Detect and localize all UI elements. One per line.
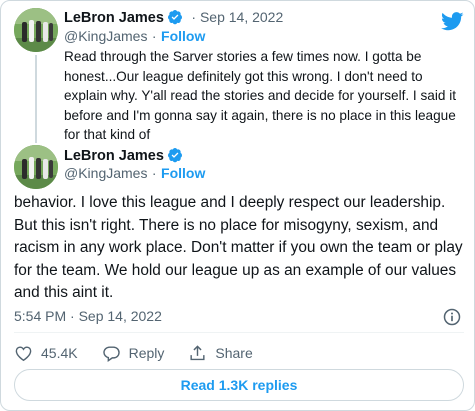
- tweet1-author-row: LeBron James · Sep 14, 2022: [64, 9, 283, 30]
- tweet-embed-card: LeBron James · Sep 14, 2022 @KingJames ·…: [0, 0, 475, 411]
- author-name[interactable]: LeBron James: [64, 148, 164, 164]
- info-icon[interactable]: [442, 307, 462, 332]
- tweet-date[interactable]: · Sep 14, 2022: [191, 9, 283, 25]
- share-button[interactable]: Share: [188, 344, 253, 363]
- tweet2-text: behavior. I love this league and I deepl…: [14, 194, 463, 301]
- thread-connector-line: [35, 55, 37, 143]
- reply-label: Reply: [128, 345, 165, 361]
- twitter-bird-icon[interactable]: [441, 12, 464, 36]
- avatar[interactable]: [14, 8, 58, 52]
- share-icon: [190, 344, 205, 360]
- tweet1-text: Read through the Sarver stories a few ti…: [64, 49, 456, 142]
- heart-icon: [15, 345, 32, 361]
- author-handle[interactable]: @KingJames: [64, 28, 147, 44]
- separator-dot: ·: [151, 28, 157, 44]
- tweet2-handle-row: @KingJames · Follow: [64, 165, 205, 183]
- reply-bubble-icon: [102, 345, 120, 362]
- like-count: 45.4K: [41, 345, 78, 361]
- divider: [14, 332, 464, 333]
- avatar[interactable]: [14, 145, 58, 189]
- follow-link[interactable]: Follow: [161, 28, 205, 44]
- author-name[interactable]: LeBron James: [64, 10, 164, 26]
- tweet-actions: 45.4K Reply Share: [14, 343, 277, 363]
- reply-button[interactable]: Reply: [102, 344, 165, 363]
- like-button[interactable]: 45.4K: [14, 344, 78, 363]
- follow-link[interactable]: Follow: [161, 165, 205, 181]
- tweet-timestamp[interactable]: 5:54 PM · Sep 14, 2022: [14, 308, 162, 324]
- separator-dot: ·: [151, 165, 157, 181]
- share-label: Share: [215, 345, 253, 361]
- author-handle[interactable]: @KingJames: [64, 165, 147, 181]
- read-replies-button[interactable]: Read 1.3K replies: [14, 369, 464, 401]
- verified-badge-icon: [167, 9, 183, 30]
- tweet1-handle-row: @KingJames · Follow: [64, 28, 205, 46]
